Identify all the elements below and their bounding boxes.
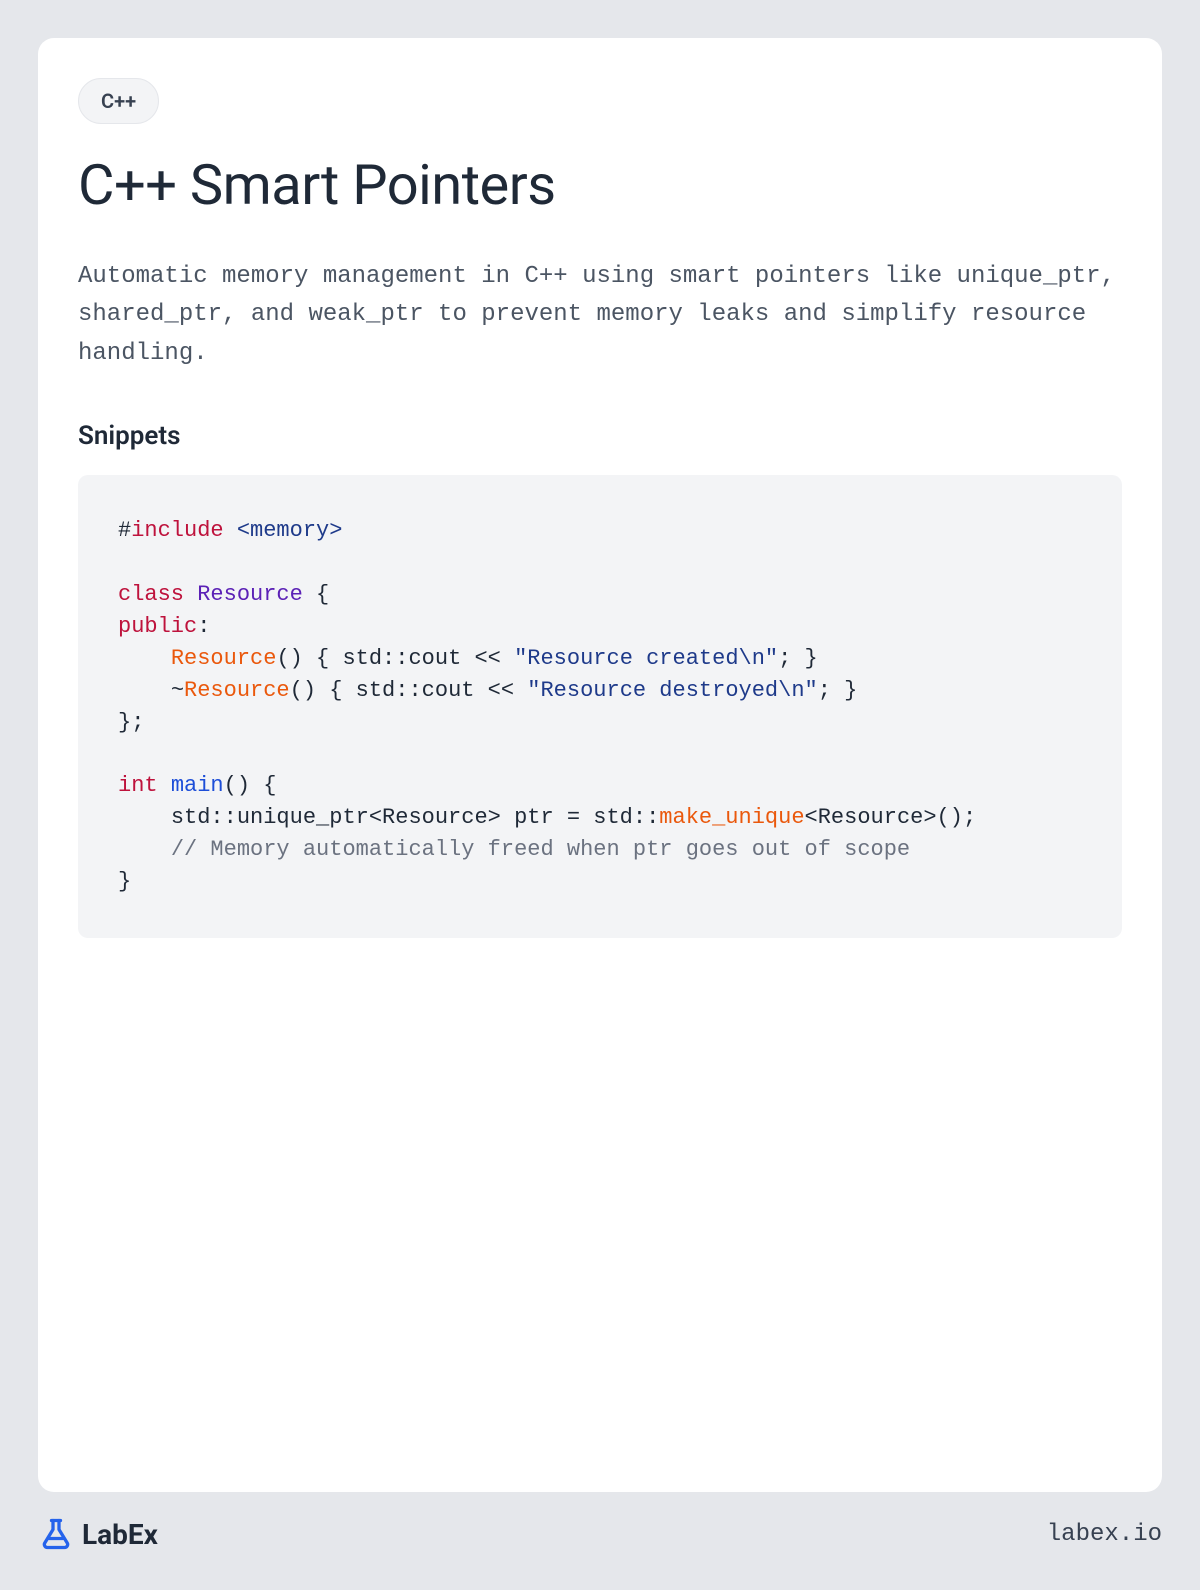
description-text: Automatic memory management in C++ using… — [78, 258, 1122, 373]
page-footer: LabEx labex.io — [38, 1492, 1162, 1552]
snippets-heading: Snippets — [78, 421, 1122, 451]
content-card: C++ C++ Smart Pointers Automatic memory … — [38, 38, 1162, 1492]
footer-url: labex.io — [1047, 1521, 1162, 1548]
code-snippet: #include <memory> class Resource { publi… — [78, 475, 1122, 938]
page-title: C++ Smart Pointers — [78, 152, 1122, 218]
flask-icon — [38, 1516, 74, 1552]
brand-logo: LabEx — [38, 1516, 158, 1552]
language-tag: C++ — [78, 78, 159, 124]
brand-name: LabEx — [82, 1518, 158, 1551]
